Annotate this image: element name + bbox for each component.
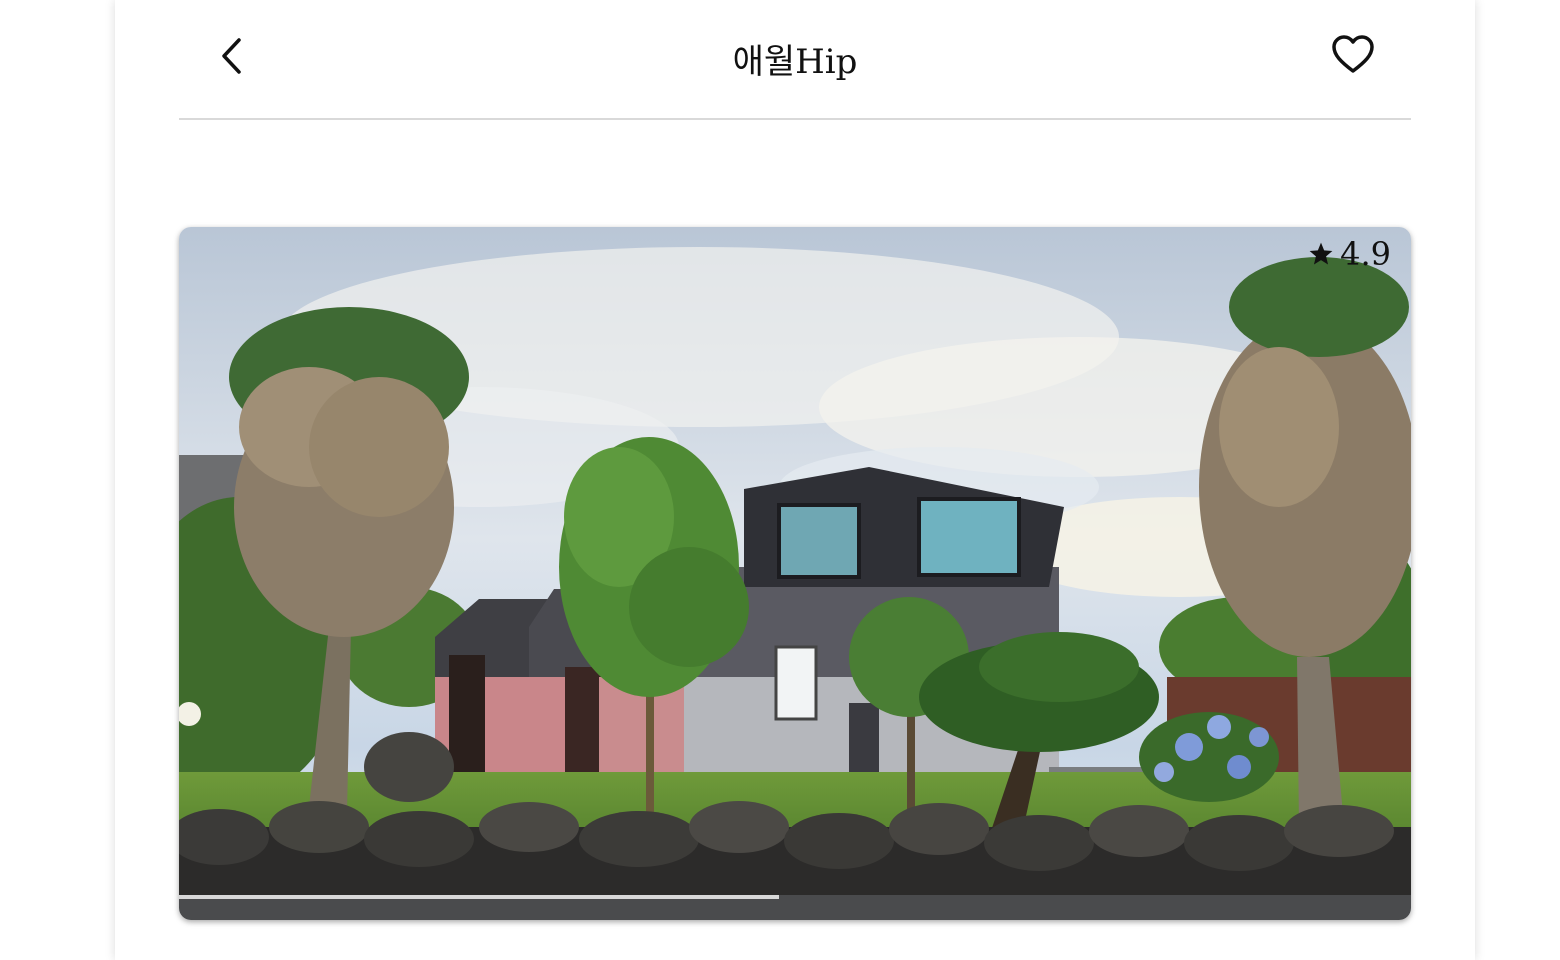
page-title: 애월Hip bbox=[732, 42, 858, 82]
app-shell: 애월Hip 4.9 bbox=[115, 0, 1475, 960]
heart-outline-icon bbox=[1332, 35, 1374, 73]
rating-badge: 4.9 bbox=[1308, 235, 1391, 273]
top-bar: 애월Hip bbox=[179, 0, 1411, 120]
favorite-button[interactable] bbox=[1331, 34, 1375, 76]
listing-photo[interactable]: 4.9 bbox=[179, 227, 1411, 920]
rating-value: 4.9 bbox=[1340, 235, 1391, 273]
star-icon bbox=[1309, 242, 1333, 265]
house-photo bbox=[179, 227, 1411, 920]
